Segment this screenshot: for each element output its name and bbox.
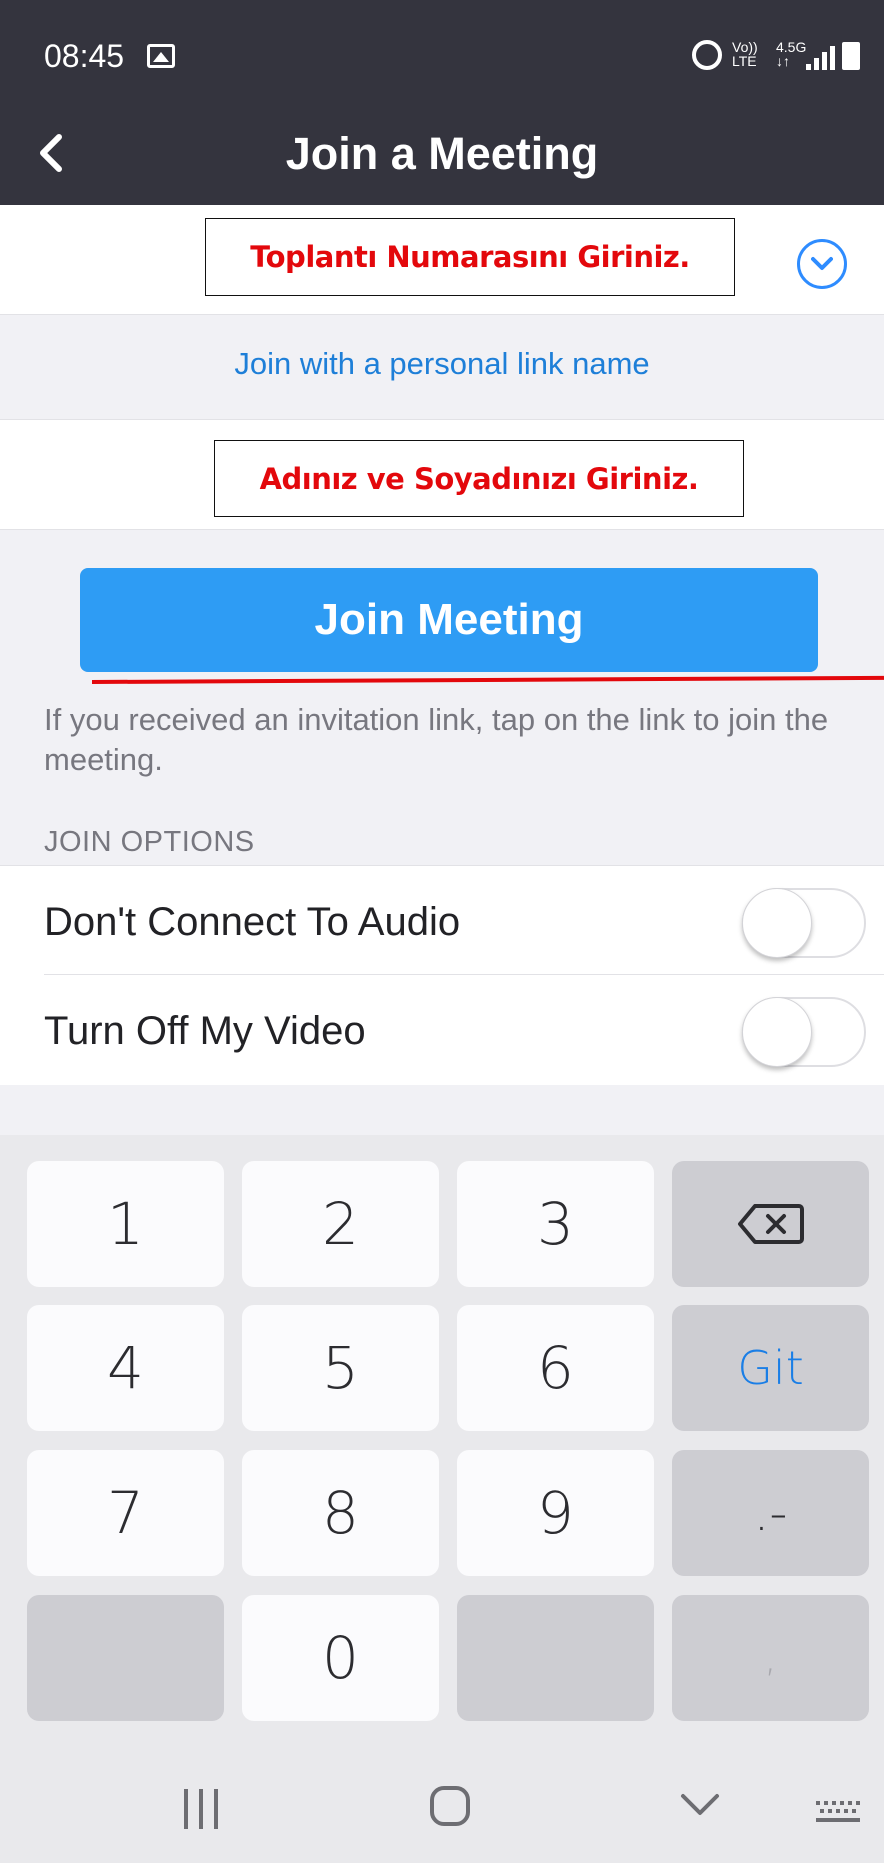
status-bar: 08:45 Vo)) LTE 4.5G ↓↑ — [0, 0, 884, 102]
backspace-icon — [737, 1204, 804, 1244]
option-row-video: Turn Off My Video — [0, 975, 884, 1085]
numeric-keyboard: 1 2 3 4 5 6 Git 7 8 9 .- 0 , — [0, 1135, 884, 1728]
key-9[interactable]: 9 — [457, 1450, 654, 1576]
page-title: Join a Meeting — [285, 128, 599, 179]
backspace-key[interactable] — [672, 1161, 869, 1287]
blank-key-left — [27, 1595, 224, 1721]
signal-icon — [806, 46, 836, 70]
go-key[interactable]: Git — [672, 1305, 869, 1431]
toggle-knob — [742, 997, 812, 1067]
volte-indicator: Vo)) LTE — [732, 40, 758, 68]
key-1[interactable]: 1 — [27, 1161, 224, 1287]
key-7[interactable]: 7 — [27, 1450, 224, 1576]
audio-toggle[interactable] — [742, 888, 866, 958]
key-4[interactable]: 4 — [27, 1305, 224, 1431]
chevron-down-icon[interactable] — [680, 1792, 720, 1818]
key-6[interactable]: 6 — [457, 1305, 654, 1431]
join-options-header: JOIN OPTIONS — [44, 826, 255, 858]
help-text: If you received an invitation link, tap … — [44, 702, 829, 777]
status-time: 08:45 — [44, 38, 125, 74]
name-input[interactable]: Adınız ve Soyadınızı Giriniz. — [214, 440, 744, 517]
option-row-audio: Don't Connect To Audio — [0, 865, 884, 975]
key-5[interactable]: 5 — [242, 1305, 439, 1431]
key-0[interactable]: 0 — [242, 1595, 439, 1721]
home-icon[interactable] — [430, 1786, 470, 1826]
toggle-knob — [742, 888, 812, 958]
volte-top-label: Vo)) — [732, 39, 758, 55]
personal-link-button[interactable]: Join with a personal link name — [0, 346, 884, 382]
alarm-icon — [692, 40, 722, 70]
keyboard-icon[interactable] — [814, 1799, 860, 1825]
image-icon — [147, 44, 175, 68]
key-2[interactable]: 2 — [242, 1161, 439, 1287]
volte-bottom-label: LTE — [732, 53, 757, 69]
comma-key[interactable]: , — [672, 1595, 869, 1721]
option-label: Turn Off My Video — [44, 1009, 366, 1053]
recents-icon[interactable] — [182, 1789, 220, 1829]
key-8[interactable]: 8 — [242, 1450, 439, 1576]
option-label: Don't Connect To Audio — [44, 900, 461, 944]
network-activity-label: ↓↑ — [776, 53, 790, 69]
blank-key-right — [457, 1595, 654, 1721]
battery-icon — [842, 42, 860, 70]
dot-dash-key[interactable]: .- — [672, 1450, 869, 1576]
join-meeting-button[interactable]: Join Meeting — [80, 568, 818, 672]
spacer — [0, 1085, 884, 1135]
key-3[interactable]: 3 — [457, 1161, 654, 1287]
video-toggle[interactable] — [742, 997, 866, 1067]
meeting-id-input[interactable]: Toplantı Numarasını Giriniz. — [205, 218, 735, 296]
network-indicator: 4.5G ↓↑ — [776, 40, 806, 68]
network-type-label: 4.5G — [776, 39, 807, 55]
chevron-down-icon[interactable] — [797, 239, 847, 289]
